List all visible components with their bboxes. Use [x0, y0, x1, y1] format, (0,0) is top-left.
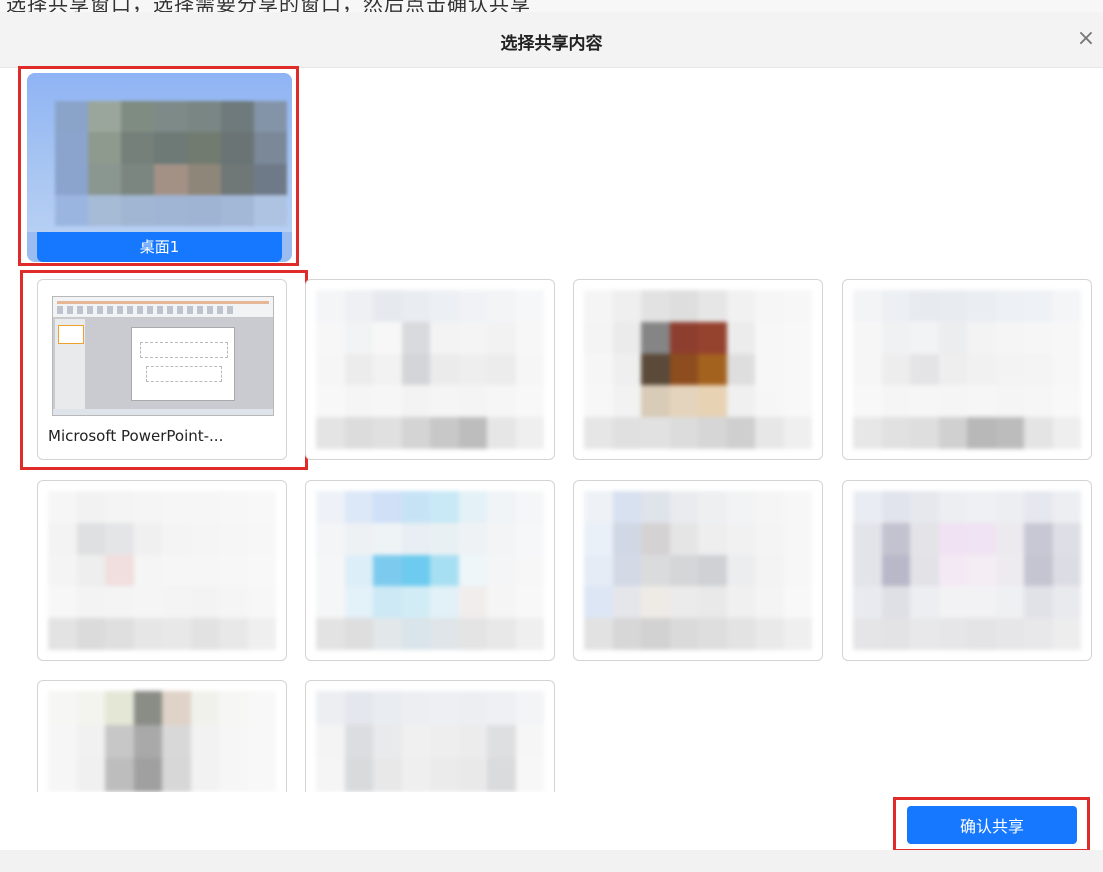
source-window-10[interactable] [37, 680, 287, 792]
source-window-5[interactable] [842, 279, 1092, 460]
source-window-7[interactable] [305, 480, 555, 661]
powerpoint-preview [52, 296, 274, 416]
close-icon[interactable]: × [1075, 26, 1097, 52]
source-window-9[interactable] [842, 480, 1092, 661]
source-window-11[interactable] [305, 680, 555, 792]
desktop-label: 桌面1 [37, 232, 282, 262]
desktop-preview [55, 101, 287, 226]
source-window-8[interactable] [573, 480, 823, 661]
window-label: Microsoft PowerPoint-... [48, 427, 224, 445]
dialog-title: 选择共享内容 [500, 34, 603, 54]
dialog-footer [0, 850, 1103, 872]
dialog-title-bar: 选择共享内容 × [0, 12, 1103, 68]
confirm-share-button[interactable]: 确认共享 [907, 806, 1077, 844]
source-desktop-1[interactable]: 桌面1 [27, 73, 292, 262]
source-window-powerpoint[interactable]: Microsoft PowerPoint-... [37, 279, 287, 460]
source-window-3[interactable] [305, 279, 555, 460]
source-window-4[interactable] [573, 279, 823, 460]
source-window-6[interactable] [37, 480, 287, 661]
